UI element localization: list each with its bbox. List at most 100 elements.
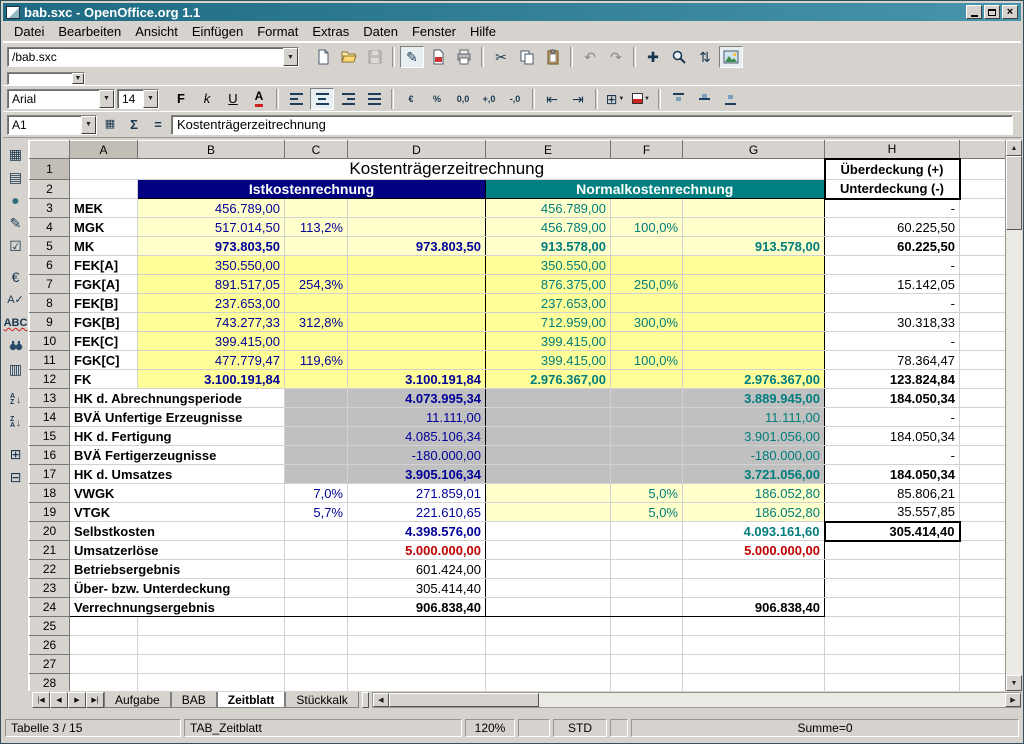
cell-B26[interactable]: [138, 636, 285, 655]
cell-G18[interactable]: 186.052,80: [683, 484, 825, 503]
previous-sheet-button[interactable]: ◀: [50, 692, 68, 708]
cell-B25[interactable]: [138, 617, 285, 636]
cell-G28[interactable]: [683, 674, 825, 692]
cell-A9[interactable]: FGK[B]: [70, 313, 138, 332]
cell-C19[interactable]: 5,7%: [285, 503, 348, 522]
scroll-right-button[interactable]: ▶: [1005, 693, 1021, 707]
cell-F17[interactable]: [611, 465, 683, 484]
cell-D26[interactable]: [348, 636, 486, 655]
cell-D19[interactable]: 221.610,65: [348, 503, 486, 522]
cell-E22[interactable]: [486, 560, 611, 579]
vertical-scroll-thumb[interactable]: [1006, 156, 1022, 230]
cell-F7[interactable]: 250,0%: [611, 275, 683, 294]
cell-E24[interactable]: [486, 598, 611, 617]
cell-G5[interactable]: 913.578,00: [683, 237, 825, 256]
cell-E10[interactable]: 399.415,00: [486, 332, 611, 351]
cell-C14[interactable]: [285, 408, 348, 427]
cell-A27[interactable]: [70, 655, 138, 674]
cell-A11[interactable]: FGK[C]: [70, 351, 138, 370]
cell-D16[interactable]: -180.000,00: [348, 446, 486, 465]
cell-I18[interactable]: [960, 484, 1008, 503]
cell-C26[interactable]: [285, 636, 348, 655]
insert-cells-button[interactable]: ▤: [5, 166, 27, 188]
cell-F24[interactable]: [611, 598, 683, 617]
row-header-4[interactable]: 4: [30, 218, 70, 237]
cell-D23[interactable]: 305.414,40: [348, 579, 486, 598]
cell-H28[interactable]: [825, 674, 960, 692]
cell-A15[interactable]: HK d. Fertigung: [70, 427, 285, 446]
cell-E20[interactable]: [486, 522, 611, 541]
last-sheet-button[interactable]: ▶|: [86, 692, 104, 708]
cell-A24[interactable]: Verrechnungsergebnis: [70, 598, 285, 617]
cell-G20[interactable]: 4.093.161,60: [683, 522, 825, 541]
cell-E23[interactable]: [486, 579, 611, 598]
cell-I7[interactable]: [960, 275, 1008, 294]
sheet-tab-bab[interactable]: BAB: [171, 692, 217, 708]
sheet-tab-zeitblatt[interactable]: Zeitblatt: [217, 692, 286, 708]
cell-B10[interactable]: 399.415,00: [138, 332, 285, 351]
menu-einfügen[interactable]: Einfügen: [185, 22, 250, 41]
cell-A16[interactable]: BVÄ Fertigerzeugnisse: [70, 446, 285, 465]
row-header-19[interactable]: 19: [30, 503, 70, 522]
cell-E16[interactable]: [486, 446, 611, 465]
cell-H23[interactable]: [825, 579, 960, 598]
cell-I15[interactable]: [960, 427, 1008, 446]
cell-E17[interactable]: [486, 465, 611, 484]
cell-E21[interactable]: [486, 541, 611, 560]
menu-extras[interactable]: Extras: [305, 22, 356, 41]
sort-descending-button[interactable]: ZA↓: [5, 412, 27, 434]
navigator-button[interactable]: ✚: [641, 46, 665, 68]
cell-C28[interactable]: [285, 674, 348, 692]
cell-I27[interactable]: [960, 655, 1008, 674]
cell-F13[interactable]: [611, 389, 683, 408]
scroll-up-button[interactable]: ▲: [1006, 140, 1022, 156]
cell-H21[interactable]: [825, 541, 960, 560]
cell-B6[interactable]: 350.550,00: [138, 256, 285, 275]
cell-I19[interactable]: [960, 503, 1008, 522]
cell-G17[interactable]: 3.721.056,00: [683, 465, 825, 484]
cell-E15[interactable]: [486, 427, 611, 446]
cell-G11[interactable]: [683, 351, 825, 370]
cell-C4[interactable]: 113,2%: [285, 218, 348, 237]
print-button[interactable]: [452, 46, 476, 68]
cell-A8[interactable]: FEK[B]: [70, 294, 138, 313]
cell-G3[interactable]: [683, 199, 825, 218]
cell-C25[interactable]: [285, 617, 348, 636]
cell-C12[interactable]: [285, 370, 348, 389]
cell-F16[interactable]: [611, 446, 683, 465]
menu-daten[interactable]: Daten: [356, 22, 405, 41]
cell-E2[interactable]: Normalkostenrechnung: [486, 180, 825, 199]
horizontal-scrollbar[interactable]: ◀ ▶: [372, 692, 1021, 708]
cell-I24[interactable]: [960, 598, 1008, 617]
align-center-button[interactable]: [310, 88, 334, 110]
cell-C21[interactable]: [285, 541, 348, 560]
cell-I5[interactable]: [960, 237, 1008, 256]
cell-G24[interactable]: 906.838,40: [683, 598, 825, 617]
cell-D12[interactable]: 3.100.191,84: [348, 370, 486, 389]
cell-G14[interactable]: 11.111,00: [683, 408, 825, 427]
cell-G10[interactable]: [683, 332, 825, 351]
cell-B11[interactable]: 477.779,47: [138, 351, 285, 370]
cell-D21[interactable]: 5.000.000,00: [348, 541, 486, 560]
cell-B8[interactable]: 237.653,00: [138, 294, 285, 313]
cell-D15[interactable]: 4.085.106,34: [348, 427, 486, 446]
cell-E9[interactable]: 712.959,00: [486, 313, 611, 332]
cell-F21[interactable]: [611, 541, 683, 560]
cell-G19[interactable]: 186.052,80: [683, 503, 825, 522]
scroll-down-button[interactable]: ▼: [1006, 675, 1022, 691]
row-header-5[interactable]: 5: [30, 237, 70, 256]
align-middle-button[interactable]: [692, 88, 716, 110]
cell-F18[interactable]: 5,0%: [611, 484, 683, 503]
cell-C11[interactable]: 119,6%: [285, 351, 348, 370]
cell-A13[interactable]: HK d. Abrechnungsperiode: [70, 389, 285, 408]
menu-bearbeiten[interactable]: Bearbeiten: [51, 22, 128, 41]
form-controls-button[interactable]: ☑: [5, 235, 27, 257]
cell-D28[interactable]: [348, 674, 486, 692]
cell-A28[interactable]: [70, 674, 138, 692]
cut-button[interactable]: ✂: [489, 46, 513, 68]
cell-I3[interactable]: [960, 199, 1008, 218]
cell-E19[interactable]: [486, 503, 611, 522]
cell-D9[interactable]: [348, 313, 486, 332]
font-color-button[interactable]: A: [247, 88, 271, 110]
cell-H1[interactable]: Überdeckung (+): [825, 159, 960, 180]
